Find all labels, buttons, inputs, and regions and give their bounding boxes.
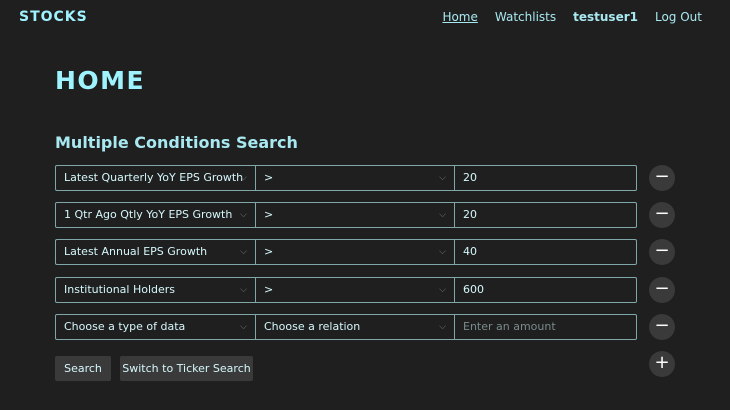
minus-icon: − xyxy=(654,278,670,299)
minus-icon: − xyxy=(654,203,670,224)
minus-icon: − xyxy=(654,315,670,336)
relation-select[interactable]: > ⌵ xyxy=(255,202,455,228)
data-type-value: 1 Qtr Ago Qtly YoY EPS Growth xyxy=(64,208,233,221)
add-condition-button[interactable]: + xyxy=(649,351,675,377)
amount-value: 600 xyxy=(463,283,484,296)
condition-row: Latest Annual EPS Growth ⌵ > ⌵ 40 − xyxy=(55,239,675,265)
search-button[interactable]: Search xyxy=(55,356,111,381)
condition-row: Latest Quarterly YoY EPS Growth ⌵ > ⌵ 20… xyxy=(55,165,675,191)
amount-input[interactable]: 600 xyxy=(454,277,637,303)
chevron-down-icon: ⌵ xyxy=(240,173,247,183)
amount-input[interactable]: Enter an amount xyxy=(454,314,637,340)
minus-icon: − xyxy=(654,240,670,261)
amount-value: 20 xyxy=(463,171,477,184)
top-nav: Home Watchlists testuser1 Log Out xyxy=(442,10,702,24)
switch-to-ticker-search-button[interactable]: Switch to Ticker Search xyxy=(120,356,253,381)
amount-value: 40 xyxy=(463,245,477,258)
amount-value: 20 xyxy=(463,208,477,221)
data-type-select[interactable]: Choose a type of data ⌵ xyxy=(55,314,256,340)
remove-condition-button[interactable]: − xyxy=(649,165,675,191)
chevron-down-icon: ⌵ xyxy=(439,322,446,332)
amount-input[interactable]: 20 xyxy=(454,165,637,191)
condition-row: Institutional Holders ⌵ > ⌵ 600 − xyxy=(55,277,675,303)
remove-condition-button[interactable]: − xyxy=(649,277,675,303)
amount-input[interactable]: 20 xyxy=(454,202,637,228)
page-title: HOME xyxy=(55,66,146,95)
relation-select[interactable]: Choose a relation ⌵ xyxy=(255,314,455,340)
chevron-down-icon: ⌵ xyxy=(240,322,247,332)
chevron-down-icon: ⌵ xyxy=(240,247,247,257)
nav-logout-link[interactable]: Log Out xyxy=(655,10,702,24)
data-type-select[interactable]: 1 Qtr Ago Qtly YoY EPS Growth ⌵ xyxy=(55,202,256,228)
data-type-value: Choose a type of data xyxy=(64,320,186,333)
data-type-value: Latest Quarterly YoY EPS Growth xyxy=(64,171,244,184)
data-type-select[interactable]: Latest Annual EPS Growth ⌵ xyxy=(55,239,256,265)
relation-value: > xyxy=(264,283,274,296)
brand-logo[interactable]: STOCKS xyxy=(19,9,88,25)
chevron-down-icon: ⌵ xyxy=(439,173,446,183)
chevron-down-icon: ⌵ xyxy=(240,210,247,220)
data-type-value: Institutional Holders xyxy=(64,283,176,296)
relation-value: > xyxy=(264,245,274,258)
chevron-down-icon: ⌵ xyxy=(240,285,247,295)
remove-condition-button[interactable]: − xyxy=(649,239,675,265)
relation-value: > xyxy=(264,208,274,221)
condition-row: 1 Qtr Ago Qtly YoY EPS Growth ⌵ > ⌵ 20 − xyxy=(55,202,675,228)
relation-select[interactable]: > ⌵ xyxy=(255,239,455,265)
section-title: Multiple Conditions Search xyxy=(55,133,298,152)
data-type-select[interactable]: Latest Quarterly YoY EPS Growth ⌵ xyxy=(55,165,256,191)
relation-value: > xyxy=(264,171,274,184)
data-type-value: Latest Annual EPS Growth xyxy=(64,245,208,258)
data-type-select[interactable]: Institutional Holders ⌵ xyxy=(55,277,256,303)
nav-watchlists-link[interactable]: Watchlists xyxy=(495,10,556,24)
nav-user-link[interactable]: testuser1 xyxy=(573,10,638,24)
condition-row: Choose a type of data ⌵ Choose a relatio… xyxy=(55,314,675,340)
remove-condition-button[interactable]: − xyxy=(649,314,675,340)
minus-icon: − xyxy=(654,166,670,187)
chevron-down-icon: ⌵ xyxy=(439,247,446,257)
relation-select[interactable]: > ⌵ xyxy=(255,165,455,191)
nav-home-link[interactable]: Home xyxy=(442,10,477,24)
chevron-down-icon: ⌵ xyxy=(439,285,446,295)
plus-icon: + xyxy=(654,352,670,373)
amount-input[interactable]: 40 xyxy=(454,239,637,265)
remove-condition-button[interactable]: − xyxy=(649,202,675,228)
amount-placeholder: Enter an amount xyxy=(463,320,556,333)
relation-value: Choose a relation xyxy=(264,320,361,333)
chevron-down-icon: ⌵ xyxy=(439,210,446,220)
relation-select[interactable]: > ⌵ xyxy=(255,277,455,303)
